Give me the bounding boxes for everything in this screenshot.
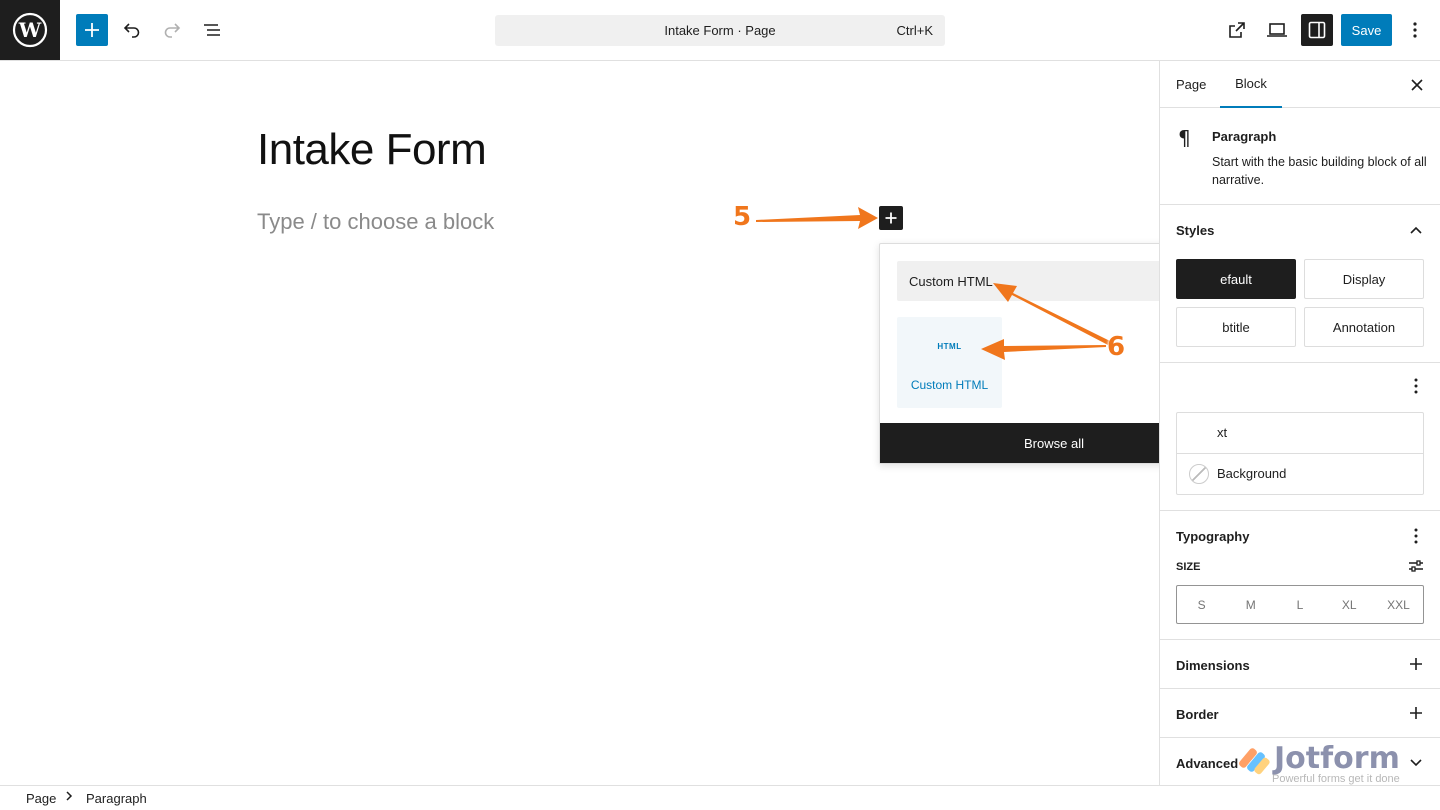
close-icon <box>1411 79 1423 91</box>
plus-icon <box>885 212 897 224</box>
annotation-step-6: 6 <box>1107 332 1126 362</box>
font-size-m[interactable]: M <box>1226 586 1275 623</box>
typography-options-icon[interactable] <box>1408 528 1424 544</box>
desktop-icon <box>1267 23 1287 37</box>
settings-sidebar: Page Block ¶ Paragraph Start with the ba… <box>1159 61 1440 785</box>
color-settings: xt Background <box>1176 412 1424 495</box>
panel-divider <box>1160 510 1440 511</box>
paragraph-placeholder[interactable]: Type / to choose a block <box>257 209 494 235</box>
style-option-subtitle[interactable]: btitle <box>1176 307 1296 347</box>
panel-divider <box>1160 362 1440 363</box>
post-title[interactable]: Intake Form <box>257 125 487 175</box>
wordpress-logo-icon[interactable]: W <box>0 0 60 60</box>
block-result-label: Custom HTML <box>910 378 989 392</box>
jotform-watermark: Jotform Powerful forms get it done <box>1236 741 1436 785</box>
block-result-custom-html[interactable]: HTML Custom HTML <box>897 317 1002 408</box>
block-card: ¶ Paragraph Start with the basic buildin… <box>1160 108 1440 205</box>
font-size-xxl[interactable]: XXL <box>1374 586 1423 623</box>
block-inserter-button[interactable] <box>76 14 108 46</box>
list-view-icon <box>204 24 220 36</box>
font-size-xl[interactable]: XL <box>1325 586 1374 623</box>
block-search-input[interactable] <box>897 261 1177 301</box>
jotform-logo-icon <box>1239 748 1270 775</box>
document-bar[interactable]: Intake Form · Page Ctrl+K <box>495 15 945 46</box>
watermark-tagline: Powerful forms get it done <box>1272 773 1400 785</box>
style-option-display[interactable]: Display <box>1304 259 1424 299</box>
font-size-s[interactable]: S <box>1177 586 1226 623</box>
view-page-button[interactable] <box>1221 14 1253 46</box>
watermark-wordmark: Jotform <box>1274 741 1400 776</box>
tab-block[interactable]: Block <box>1220 61 1282 108</box>
font-size-picker: S M L XL XXL <box>1176 585 1424 624</box>
text-color-label: xt <box>1217 425 1228 440</box>
html-icon: HTML <box>937 342 962 351</box>
preview-button[interactable] <box>1261 14 1293 46</box>
document-overview-button[interactable] <box>196 14 228 46</box>
panel-divider <box>1160 737 1440 738</box>
plus-icon[interactable] <box>1408 656 1424 672</box>
plus-icon <box>85 23 99 37</box>
text-color-row[interactable]: xt <box>1177 413 1423 454</box>
font-size-label: SIZE <box>1176 561 1201 573</box>
background-color-label: Background <box>1217 466 1287 481</box>
external-link-icon <box>1229 22 1245 38</box>
undo-button[interactable] <box>116 14 148 46</box>
panel-divider <box>1160 639 1440 640</box>
close-sidebar-button[interactable] <box>1407 75 1427 95</box>
border-panel-heading[interactable]: Border <box>1176 707 1219 722</box>
sidebar-tabs: Page Block <box>1160 61 1440 108</box>
redo-icon <box>164 23 181 38</box>
breadcrumb-paragraph[interactable]: Paragraph <box>86 791 147 806</box>
empty-color-swatch-icon <box>1189 464 1209 484</box>
svg-text:W: W <box>18 18 42 42</box>
settings-toggle-button[interactable] <box>1301 14 1333 46</box>
paragraph-icon: ¶ <box>1178 126 1191 150</box>
sidebar-icon <box>1308 21 1326 39</box>
annotation-step-5: 5 <box>733 202 752 232</box>
chevron-right-icon <box>65 790 73 805</box>
background-color-row[interactable]: Background <box>1177 454 1423 495</box>
undo-icon <box>123 23 140 38</box>
styles-panel-heading[interactable]: Styles <box>1176 223 1214 238</box>
more-vertical-icon <box>1413 22 1417 38</box>
save-button[interactable]: Save <box>1341 14 1392 46</box>
redo-button[interactable] <box>156 14 188 46</box>
custom-size-icon[interactable] <box>1408 558 1424 574</box>
document-title: Intake Form · Page <box>664 23 776 38</box>
plus-icon[interactable] <box>1408 705 1424 721</box>
chevron-up-icon[interactable] <box>1408 222 1424 238</box>
dimensions-panel-heading[interactable]: Dimensions <box>1176 658 1250 673</box>
color-options-icon[interactable] <box>1408 378 1424 394</box>
command-shortcut: Ctrl+K <box>896 23 933 38</box>
panel-divider <box>1160 688 1440 689</box>
block-breadcrumb: Page Paragraph <box>0 785 1440 810</box>
style-option-annotation[interactable]: Annotation <box>1304 307 1424 347</box>
typography-panel-heading[interactable]: Typography <box>1176 529 1249 544</box>
block-card-description: Start with the basic building block of a… <box>1212 155 1427 187</box>
editor-header: W Intake Form · Page Ctrl+K Save <box>0 0 1440 61</box>
block-card-title: Paragraph <box>1212 129 1277 144</box>
style-option-default[interactable]: efault <box>1176 259 1296 299</box>
inline-inserter-button[interactable] <box>879 206 903 230</box>
tab-page[interactable]: Page <box>1176 61 1206 108</box>
options-menu-button[interactable] <box>1400 14 1430 46</box>
font-size-l[interactable]: L <box>1275 586 1324 623</box>
advanced-panel-heading[interactable]: Advanced <box>1176 756 1238 771</box>
breadcrumb-page[interactable]: Page <box>26 791 56 806</box>
